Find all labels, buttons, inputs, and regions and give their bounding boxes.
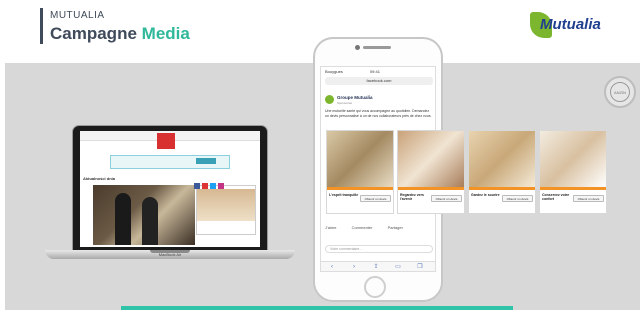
- site-section-title: Aktualności dnia: [83, 176, 116, 181]
- like-button[interactable]: J'aime: [325, 225, 336, 230]
- clock-label: 09:41: [369, 69, 380, 74]
- card-label: L'esprit tranquille: [329, 193, 359, 197]
- speaker-grille: [363, 46, 391, 49]
- card-image: [398, 131, 464, 187]
- back-icon[interactable]: ‹: [321, 262, 343, 271]
- social-icons: [194, 176, 234, 189]
- card-accent-bar: [469, 187, 535, 190]
- sidebar-ad-image: [197, 189, 255, 221]
- accent-bar: [121, 306, 513, 310]
- post-text: Une mutuelle santé qui vous accompagne a…: [325, 109, 432, 118]
- quote-button[interactable]: Obtenir un devis: [502, 195, 533, 202]
- browser-toolbar: ‹ › ⇪ ▭ ❐: [321, 261, 435, 271]
- url-bar[interactable]: facebook.com: [325, 77, 433, 85]
- card-accent-bar: [398, 187, 464, 190]
- home-button: [364, 276, 386, 298]
- quote-button[interactable]: Obtenir un devis: [573, 195, 604, 202]
- camera-icon: [355, 45, 360, 50]
- card-label: Conservez votre confort: [542, 193, 570, 201]
- youtube-icon: [202, 183, 208, 189]
- header-divider: [40, 8, 43, 44]
- quote-button[interactable]: Obtenir un devis: [360, 195, 391, 202]
- status-bar: Bouygues 09:41: [321, 67, 435, 75]
- share-icon[interactable]: ⇪: [365, 262, 387, 271]
- post-actions: J'aime Commenter Partager: [325, 225, 433, 233]
- bookmarks-icon[interactable]: ▭: [387, 262, 409, 271]
- laptop-model-label: MacBook Air: [158, 252, 182, 257]
- comment-input[interactable]: Votre commentaire...: [325, 245, 433, 253]
- brand-name: MUTUALIA: [50, 10, 105, 21]
- sponsored-label: Sponsorisé: [337, 101, 353, 105]
- tabs-icon[interactable]: ❐: [409, 262, 431, 271]
- comment-button[interactable]: Commenter: [352, 225, 373, 230]
- person-figure: [115, 193, 131, 245]
- carousel-card[interactable]: L'esprit tranquille Obtenir un devis: [326, 130, 394, 214]
- card-label: Gardez le sourire: [471, 193, 500, 197]
- share-button[interactable]: Partager: [388, 225, 403, 230]
- page-avatar[interactable]: [325, 95, 334, 104]
- logo-text: Mutualia: [540, 16, 601, 33]
- carrier-label: Bouygues: [325, 69, 343, 74]
- banner-button: [196, 158, 216, 164]
- title-accent: Media: [141, 24, 190, 43]
- instagram-icon: [218, 183, 224, 189]
- card-image: [327, 131, 393, 187]
- ad-carousel: L'esprit tranquille Obtenir un devis Reg…: [326, 130, 608, 214]
- card-accent-bar: [327, 187, 393, 190]
- title-main: Campagne: [50, 24, 137, 43]
- twitter-icon: [210, 183, 216, 189]
- person-figure: [142, 197, 158, 245]
- card-label: Regardez vers l'avenir: [400, 193, 424, 201]
- card-image: [540, 131, 606, 187]
- carousel-card[interactable]: Conservez votre confort Obtenir un devis: [539, 130, 607, 214]
- carousel-card[interactable]: Regardez vers l'avenir Obtenir un devis: [397, 130, 465, 214]
- mutualia-logo: Mutualia: [530, 10, 622, 40]
- card-accent-bar: [540, 187, 606, 190]
- quote-button[interactable]: Obtenir un devis: [431, 195, 462, 202]
- seal-label: ANZIN: [610, 82, 630, 102]
- site-logo: [157, 133, 175, 149]
- forward-icon[interactable]: ›: [343, 262, 365, 271]
- page-title: Campagne Media: [50, 24, 190, 44]
- carousel-card[interactable]: Gardez le sourire Obtenir un devis: [468, 130, 536, 214]
- page-name[interactable]: Groupe Mutualia: [337, 95, 373, 100]
- facebook-icon: [194, 183, 200, 189]
- card-image: [469, 131, 535, 187]
